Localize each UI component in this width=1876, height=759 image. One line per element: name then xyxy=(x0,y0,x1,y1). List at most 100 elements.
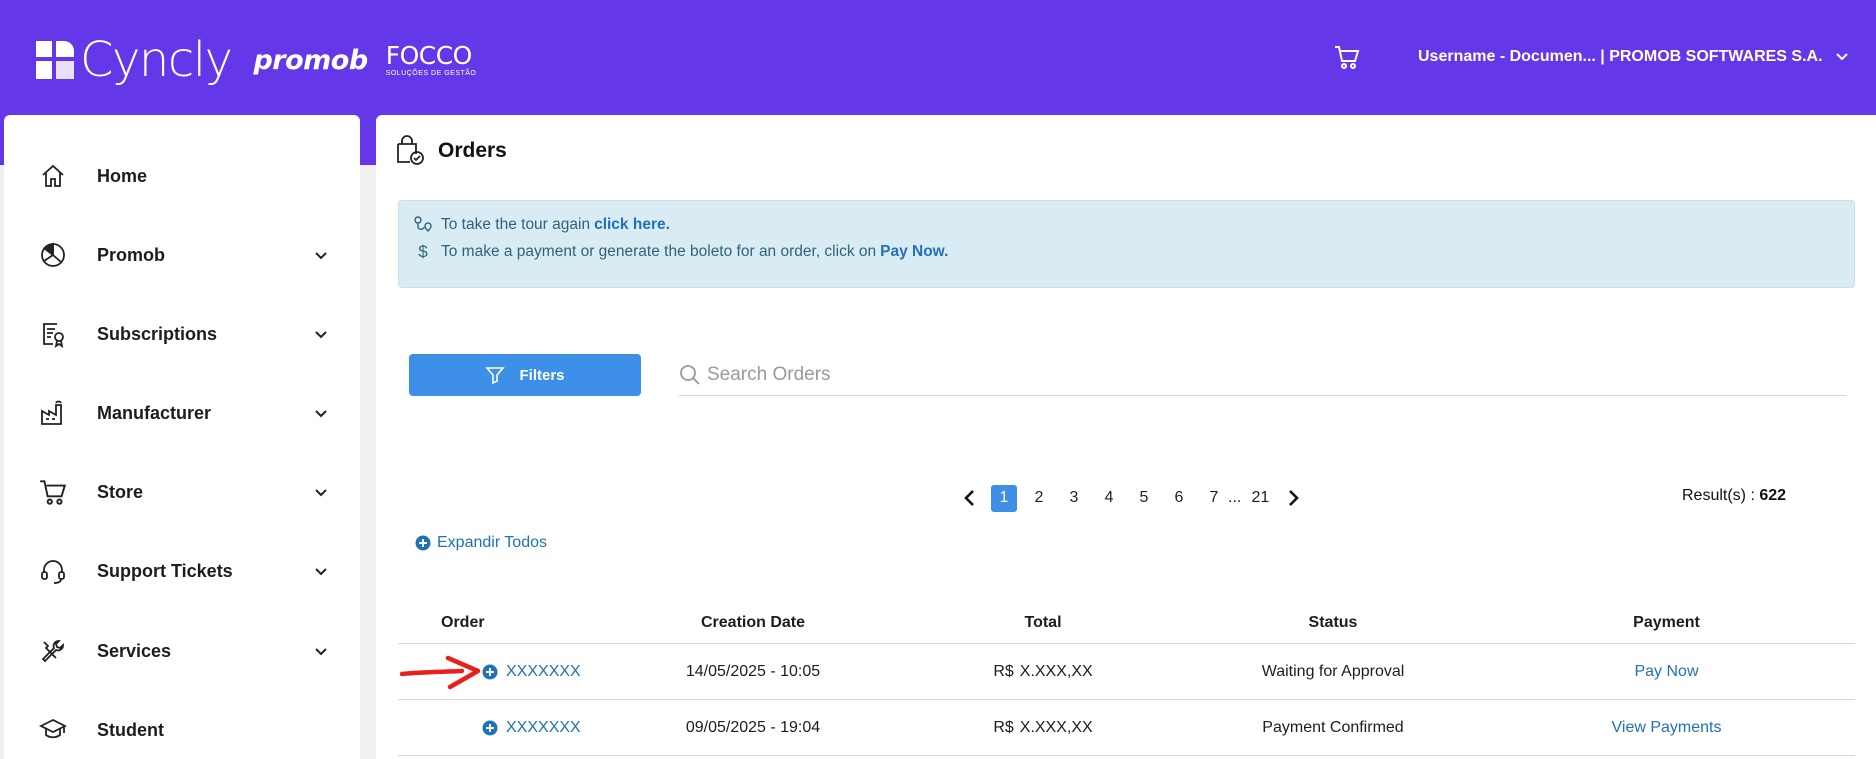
order-number: XXXXXXX xyxy=(506,662,581,680)
page-4-button[interactable]: 4 xyxy=(1096,485,1122,512)
sidebar-item-support-tickets[interactable]: Support Tickets xyxy=(4,541,360,601)
sidebar-item-home[interactable]: Home xyxy=(4,146,360,206)
page-1-button[interactable]: 1 xyxy=(991,484,1017,512)
sidebar-item-subscriptions[interactable]: Subscriptions xyxy=(4,304,360,364)
sidebar-item-label: Student xyxy=(97,719,164,740)
orders-table: Order Creation Date Total Status Payment… xyxy=(398,602,1855,756)
sidebar-item-promob[interactable]: Promob xyxy=(4,225,360,285)
view-payments-link[interactable]: View Payments xyxy=(1612,719,1722,737)
payment-cell: View Payments xyxy=(1478,700,1855,755)
cart-icon xyxy=(38,477,68,507)
orders-bag-check-icon xyxy=(397,135,424,165)
filters-button[interactable]: Filters xyxy=(409,354,641,396)
currency-symbol: R$ xyxy=(993,662,1014,680)
creation-date-cell: 09/05/2025 - 19:04 xyxy=(685,718,821,736)
page-3-button[interactable]: 3 xyxy=(1061,485,1087,512)
filter-icon xyxy=(485,367,506,385)
sidebar-item-services[interactable]: Services xyxy=(4,621,360,681)
main-content: Orders To take the tour again click here… xyxy=(376,115,1876,759)
certificate-icon xyxy=(38,319,68,349)
chevron-down-icon xyxy=(315,648,327,656)
user-account-menu[interactable]: Username - Documen... | PROMOB SOFTWARES… xyxy=(1418,48,1849,66)
plus-circle-icon xyxy=(482,720,498,735)
tools-icon xyxy=(38,636,68,666)
focco-logo: FOCCO SOLUÇÕES DE GESTÃO xyxy=(386,43,477,77)
column-header-payment[interactable]: Payment xyxy=(1478,602,1855,643)
focco-logo-subtext: SOLUÇÕES DE GESTÃO xyxy=(385,70,477,77)
column-header-creation-date[interactable]: Creation Date xyxy=(608,602,898,643)
sidebar-item-label: Home xyxy=(97,165,148,186)
order-cell: XXXXXXX xyxy=(398,700,608,755)
table-header: Order Creation Date Total Status Payment xyxy=(398,602,1855,644)
cart-icon[interactable] xyxy=(1333,43,1361,71)
column-header-order[interactable]: Order xyxy=(398,602,608,643)
chevron-down-icon xyxy=(315,568,327,576)
order-expand-link[interactable]: XXXXXXX xyxy=(482,719,581,737)
sidebar-item-label: Store xyxy=(97,481,144,502)
table-row: XXXXXXX 09/05/2025 - 19:04 R$ X.XXX,XX P… xyxy=(398,700,1855,756)
chevron-down-icon xyxy=(315,489,327,497)
cyncly-logo: Cyncly xyxy=(80,32,233,88)
status-cell: Payment Confirmed xyxy=(1262,718,1404,736)
page-title: Orders xyxy=(438,139,507,162)
results-value: 622 xyxy=(1759,487,1787,504)
total-value: X.XXX,XX xyxy=(1019,718,1093,736)
results-count: Result(s) : 622 xyxy=(1682,487,1786,505)
home-icon xyxy=(38,161,68,191)
promob-icon xyxy=(38,240,68,270)
sidebar-item-label: Services xyxy=(97,640,172,661)
chevron-down-icon xyxy=(315,331,327,339)
pagination: 1 2 3 4 5 6 7 ... 21 xyxy=(959,483,1304,513)
factory-icon xyxy=(38,398,68,428)
column-header-status[interactable]: Status xyxy=(1188,602,1478,643)
currency-symbol: R$ xyxy=(993,718,1014,736)
next-page-icon[interactable] xyxy=(1282,485,1304,512)
pay-now-link[interactable]: Pay Now xyxy=(1634,663,1698,681)
page-6-button[interactable]: 6 xyxy=(1166,485,1192,512)
sidebar-item-store[interactable]: Store xyxy=(4,462,360,522)
page-5-button[interactable]: 5 xyxy=(1131,485,1157,512)
page-last-button[interactable]: 21 xyxy=(1247,485,1273,512)
results-label: Result(s) : xyxy=(1682,487,1755,504)
column-header-total[interactable]: Total xyxy=(898,602,1188,643)
chevron-down-icon xyxy=(315,410,327,418)
filters-button-label: Filters xyxy=(519,366,565,384)
tour-info-text: To take the tour again xyxy=(441,216,591,233)
red-arrow-annotation-icon xyxy=(400,655,480,690)
promob-logo: promob xyxy=(253,44,368,76)
dollar-icon: $ xyxy=(418,242,428,261)
payment-info-line: $ To make a payment or generate the bole… xyxy=(413,242,948,262)
page-2-button[interactable]: 2 xyxy=(1026,485,1052,512)
sidebar-item-student[interactable]: Student xyxy=(4,700,360,759)
sidebar-item-label: Support Tickets xyxy=(97,560,233,581)
pay-now-info-link[interactable]: Pay Now. xyxy=(880,243,948,261)
total-cell: R$ X.XXX,XX xyxy=(898,700,1188,755)
payment-info-text: To make a payment or generate the boleto… xyxy=(441,243,877,260)
total-value: X.XXX,XX xyxy=(1019,662,1093,680)
table-row: XXXXXXX 14/05/2025 - 10:05 R$ X.XXX,XX W… xyxy=(398,644,1855,700)
headset-icon xyxy=(38,556,68,586)
sidebar-item-manufacturer[interactable]: Manufacturer xyxy=(4,383,360,443)
chevron-down-icon xyxy=(1835,53,1848,61)
tour-link[interactable]: click here. xyxy=(594,216,670,234)
info-banner: To take the tour again click here. $ To … xyxy=(398,200,1855,288)
search-input[interactable] xyxy=(707,364,1807,386)
page-7-button[interactable]: 7 xyxy=(1201,485,1227,512)
cyncly-logo-mark-icon xyxy=(36,41,74,79)
route-pin-icon xyxy=(413,215,433,235)
brand-logos[interactable]: Cyncly promob FOCCO SOLUÇÕES DE GESTÃO xyxy=(36,30,476,90)
expand-all-button[interactable]: Expandir Todos xyxy=(415,534,547,552)
sidebar-item-label: Manufacturer xyxy=(97,402,212,423)
order-expand-link[interactable]: XXXXXXX xyxy=(482,663,581,681)
graduation-cap-icon xyxy=(38,715,68,745)
expand-all-label: Expandir Todos xyxy=(437,534,547,551)
sidebar: Home Promob Subscriptions Manufacturer S… xyxy=(4,115,360,759)
focco-logo-text: FOCCO xyxy=(385,41,473,70)
prev-page-icon[interactable] xyxy=(959,485,981,512)
plus-circle-icon xyxy=(415,535,431,551)
tour-info-line: To take the tour again click here. xyxy=(413,215,670,235)
sidebar-item-label: Subscriptions xyxy=(97,323,218,344)
page-header: Orders xyxy=(394,135,507,167)
search-bar xyxy=(679,355,1846,396)
status-cell: Waiting for Approval xyxy=(1261,662,1405,680)
